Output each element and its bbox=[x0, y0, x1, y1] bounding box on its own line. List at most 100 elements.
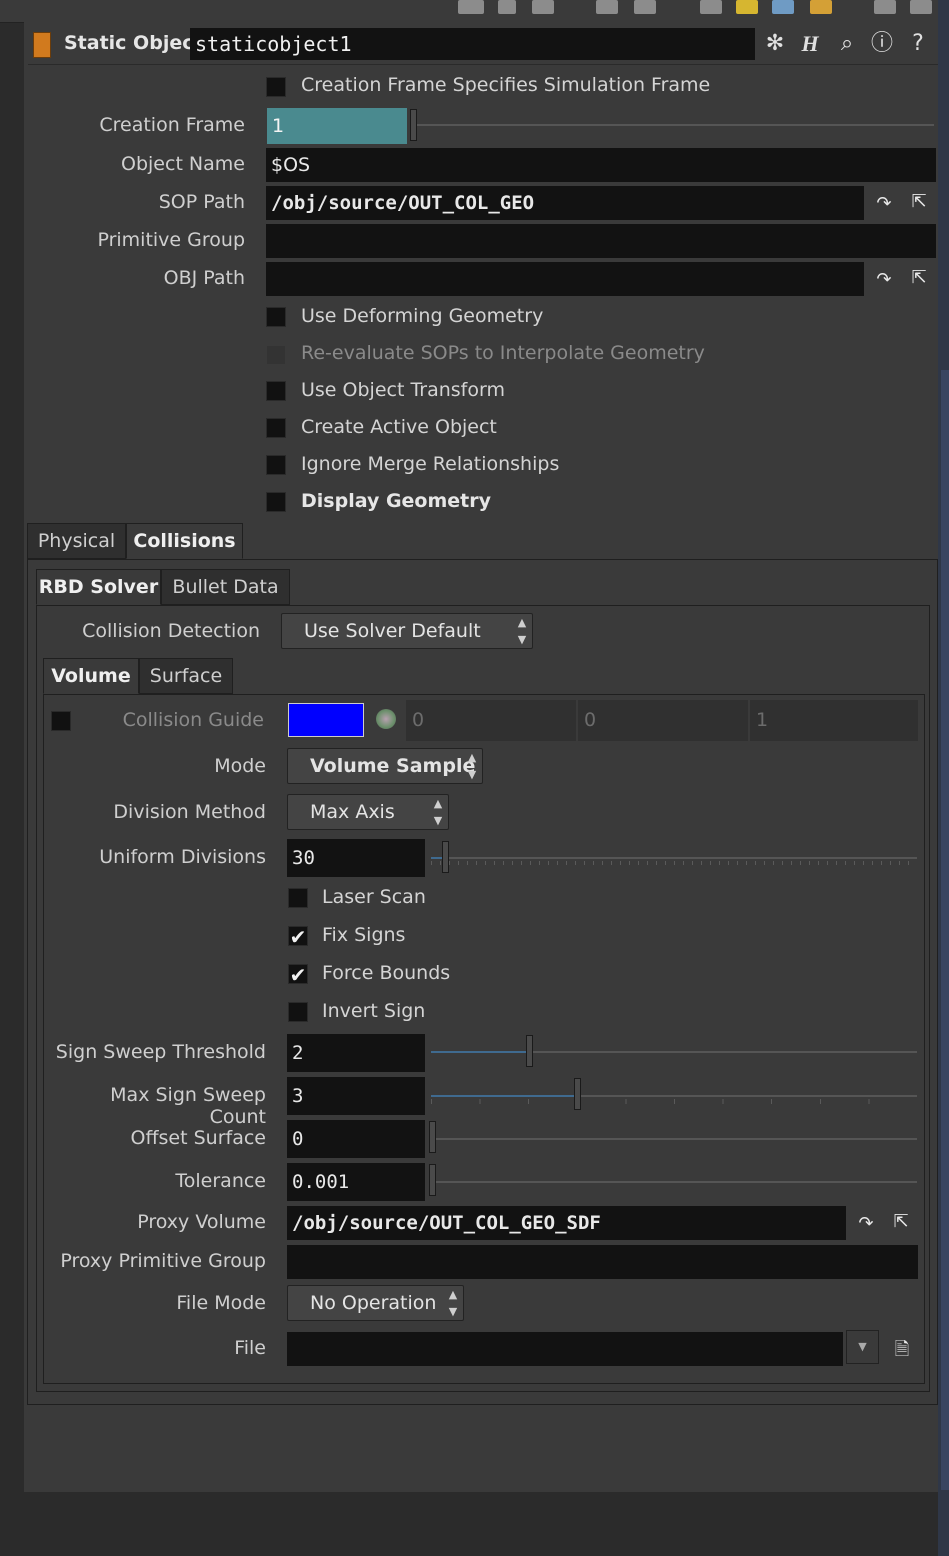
top-toolbar bbox=[0, 0, 949, 23]
display-geometry-checkbox[interactable] bbox=[266, 492, 286, 512]
primitive-group-field[interactable] bbox=[266, 224, 936, 258]
file-mode-label: File Mode bbox=[176, 1292, 266, 1314]
node-chooser-icon[interactable]: ⇱ bbox=[904, 265, 934, 291]
collision-guide-b-field[interactable]: 1 bbox=[750, 700, 918, 741]
panel-icon[interactable] bbox=[532, 0, 554, 14]
creation-frame-slider-handle[interactable] bbox=[410, 109, 417, 141]
tool-icon[interactable] bbox=[458, 0, 484, 14]
camera-icon[interactable] bbox=[910, 0, 932, 14]
creation-frame-slider-track[interactable] bbox=[414, 124, 934, 126]
save-icon[interactable] bbox=[700, 0, 722, 14]
display-geometry-label: Display Geometry bbox=[301, 490, 491, 512]
uniform-divisions-field[interactable]: 30 bbox=[287, 839, 425, 877]
mode-menu[interactable]: Volume Sample ▲ ▼ bbox=[287, 748, 483, 784]
sign-sweep-threshold-handle[interactable] bbox=[526, 1035, 533, 1067]
tab-rbd-solver[interactable]: RBD Solver bbox=[36, 569, 161, 605]
file-label: File bbox=[234, 1337, 266, 1359]
search-icon[interactable]: ⌕ bbox=[833, 30, 861, 58]
image-icon[interactable] bbox=[634, 0, 656, 14]
grid-icon[interactable] bbox=[596, 0, 618, 14]
tab-physical[interactable]: Physical bbox=[27, 523, 126, 559]
node-chooser-icon[interactable]: ⇱ bbox=[904, 189, 934, 215]
tolerance-field[interactable]: 0.001 bbox=[287, 1163, 425, 1201]
color-wheel-icon[interactable] bbox=[376, 709, 396, 729]
right-edge bbox=[938, 0, 949, 1556]
sign-sweep-threshold-label: Sign Sweep Threshold bbox=[55, 1041, 266, 1063]
invert-sign-checkbox[interactable] bbox=[288, 1002, 308, 1022]
max-sign-sweep-count-field[interactable]: 3 bbox=[287, 1077, 425, 1115]
tolerance-track[interactable] bbox=[431, 1181, 917, 1183]
creation-frame-specifies-label: Creation Frame Specifies Simulation Fram… bbox=[301, 74, 711, 96]
node-chooser-icon[interactable]: ⇱ bbox=[886, 1209, 916, 1235]
collision-guide-color-swatch[interactable] bbox=[288, 703, 364, 737]
tolerance-handle[interactable] bbox=[429, 1164, 436, 1196]
note-icon[interactable] bbox=[736, 0, 758, 14]
sop-path-label: SOP Path bbox=[158, 191, 245, 213]
use-deforming-checkbox[interactable] bbox=[266, 307, 286, 327]
tab-bullet-data[interactable]: Bullet Data bbox=[161, 569, 290, 605]
panel-bottom bbox=[0, 1492, 938, 1556]
mode-label: Mode bbox=[214, 755, 266, 777]
h-help-icon[interactable]: H bbox=[796, 30, 824, 58]
offset-surface-field[interactable]: 0 bbox=[287, 1120, 425, 1158]
menu-arrows-icon: ▲ ▼ bbox=[433, 797, 443, 827]
obj-path-label: OBJ Path bbox=[163, 267, 245, 289]
uniform-divisions-slider-handle[interactable] bbox=[442, 841, 449, 873]
jump-to-node-icon[interactable]: ↷ bbox=[869, 267, 899, 293]
gear-icon[interactable]: ✻ bbox=[761, 30, 789, 58]
volume-frame bbox=[43, 694, 925, 1384]
proxy-primitive-group-field[interactable] bbox=[287, 1245, 918, 1279]
obj-path-field[interactable] bbox=[266, 262, 864, 296]
uniform-divisions-label: Uniform Divisions bbox=[99, 846, 266, 868]
static-object-node-icon[interactable] bbox=[33, 32, 51, 58]
reevaluate-checkbox[interactable] bbox=[266, 345, 286, 365]
add-icon[interactable] bbox=[772, 0, 794, 14]
use-object-transform-label: Use Object Transform bbox=[301, 379, 505, 401]
file-chooser-icon[interactable]: 🗎 bbox=[887, 1337, 917, 1363]
offset-surface-handle[interactable] bbox=[429, 1121, 436, 1153]
proxy-primitive-group-label: Proxy Primitive Group bbox=[60, 1250, 266, 1272]
collision-detection-value: Use Solver Default bbox=[304, 620, 481, 642]
offset-surface-track[interactable] bbox=[431, 1138, 917, 1140]
collision-detection-menu[interactable]: Use Solver Default ▲ ▼ bbox=[281, 613, 533, 649]
jump-to-node-icon[interactable]: ↷ bbox=[869, 191, 899, 217]
collision-detection-label: Collision Detection bbox=[82, 620, 260, 642]
sop-path-field[interactable]: /obj/source/OUT_COL_GEO bbox=[266, 186, 864, 220]
tab-volume[interactable]: Volume bbox=[43, 658, 139, 694]
help-icon[interactable]: ? bbox=[904, 30, 932, 58]
ignore-merge-checkbox[interactable] bbox=[266, 455, 286, 475]
use-deforming-label: Use Deforming Geometry bbox=[301, 305, 544, 327]
sign-sweep-threshold-field[interactable]: 2 bbox=[287, 1034, 425, 1072]
force-bounds-checkbox[interactable]: ✔ bbox=[288, 964, 308, 985]
create-active-checkbox[interactable] bbox=[266, 418, 286, 438]
mode-value: Volume Sample bbox=[310, 755, 476, 777]
object-name-field[interactable]: $OS bbox=[266, 148, 936, 182]
sign-sweep-threshold-fill bbox=[431, 1051, 529, 1053]
collision-guide-label: Collision Guide bbox=[122, 709, 264, 731]
file-mode-menu[interactable]: No Operation ▲ ▼ bbox=[287, 1285, 464, 1321]
folder-icon[interactable] bbox=[810, 0, 832, 14]
jump-to-node-icon[interactable]: ↷ bbox=[851, 1211, 881, 1237]
max-sign-sweep-count-handle[interactable] bbox=[574, 1078, 581, 1110]
tab-surface[interactable]: Surface bbox=[139, 658, 233, 694]
layout-icon[interactable] bbox=[498, 0, 516, 14]
creation-frame-field[interactable]: 1 bbox=[267, 108, 407, 144]
collision-guide-g-field[interactable]: 0 bbox=[578, 700, 748, 741]
use-object-transform-checkbox[interactable] bbox=[266, 381, 286, 401]
invert-sign-label: Invert Sign bbox=[322, 1000, 426, 1022]
zoom-icon[interactable] bbox=[874, 0, 896, 14]
collision-guide-r-field[interactable]: 0 bbox=[406, 700, 576, 741]
max-sign-sweep-ticks bbox=[431, 1099, 917, 1104]
fix-signs-checkbox[interactable]: ✔ bbox=[288, 926, 308, 947]
node-name-field[interactable]: staticobject1 bbox=[190, 28, 755, 60]
file-field[interactable] bbox=[287, 1332, 843, 1366]
division-method-menu[interactable]: Max Axis ▲ ▼ bbox=[287, 794, 449, 830]
proxy-volume-field[interactable]: /obj/source/OUT_COL_GEO_SDF bbox=[287, 1206, 846, 1240]
info-icon[interactable]: ⓘ bbox=[868, 30, 896, 58]
laser-scan-checkbox[interactable] bbox=[288, 888, 308, 908]
uniform-divisions-slider-track[interactable] bbox=[431, 857, 917, 859]
creation-frame-specifies-checkbox[interactable] bbox=[266, 77, 286, 97]
tab-collisions[interactable]: Collisions bbox=[126, 523, 243, 559]
file-history-dropdown[interactable]: ▼ bbox=[846, 1330, 879, 1364]
max-sign-sweep-count-label: Max Sign Sweep Count bbox=[110, 1084, 266, 1128]
